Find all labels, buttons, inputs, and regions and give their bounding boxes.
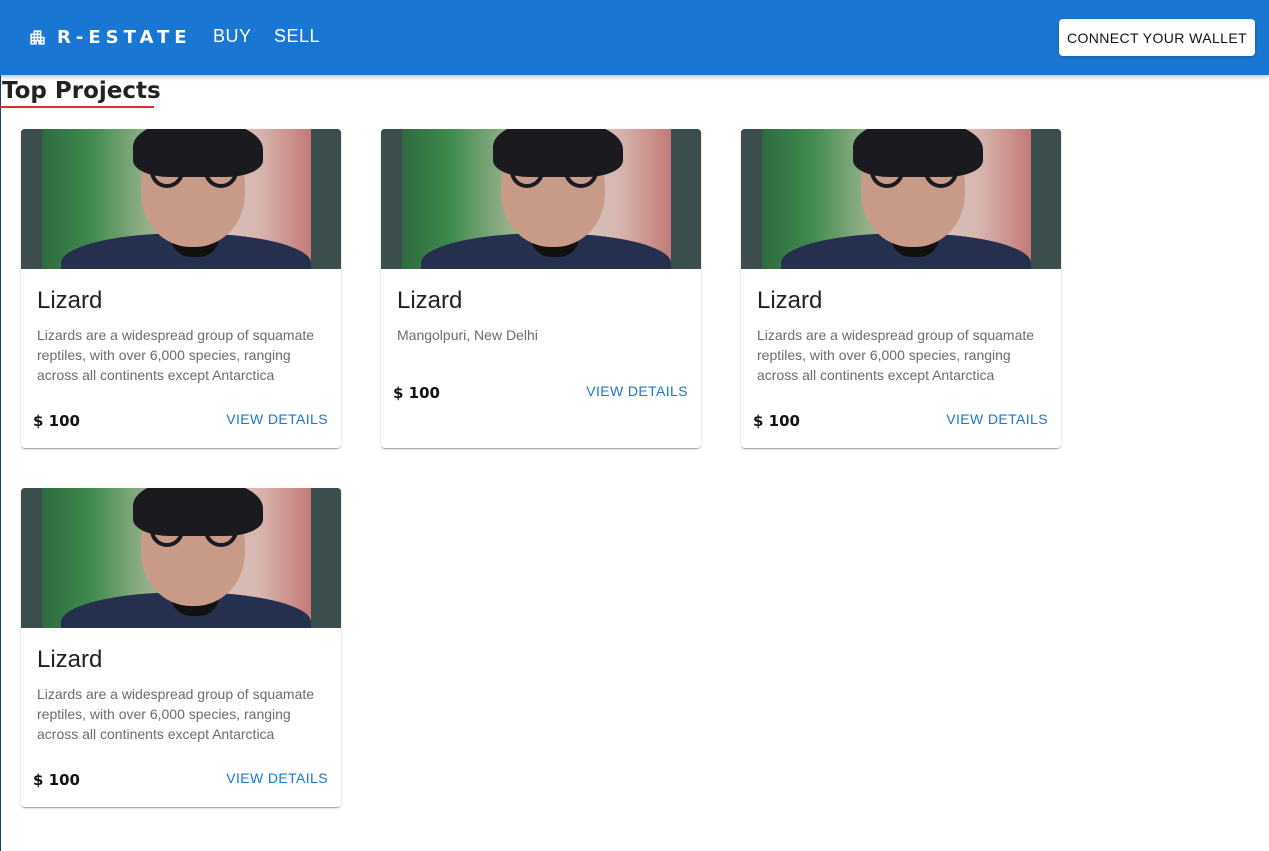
view-details-button[interactable]: VIEW DETAILS bbox=[226, 411, 328, 427]
project-card: Lizard Lizards are a widespread group of… bbox=[21, 129, 341, 448]
card-description: Mangolpuri, New Delhi bbox=[397, 327, 538, 343]
card-actions: $ 100 VIEW DETAILS bbox=[21, 396, 341, 448]
card-actions: $ 100 VIEW DETAILS bbox=[21, 755, 341, 807]
nav-sell-button[interactable]: SELL bbox=[274, 26, 320, 47]
view-details-button[interactable]: VIEW DETAILS bbox=[226, 770, 328, 786]
section-title-underline bbox=[0, 106, 154, 108]
card-price: $ 100 bbox=[393, 384, 440, 402]
project-photo bbox=[741, 129, 1061, 269]
project-photo bbox=[21, 488, 341, 628]
card-price: $ 100 bbox=[33, 412, 80, 430]
card-description: Lizards are a widespread group of squama… bbox=[37, 686, 315, 742]
section-title: Top Projects bbox=[2, 78, 161, 104]
card-description: Lizards are a widespread group of squama… bbox=[757, 327, 1035, 383]
card-price: $ 100 bbox=[33, 771, 80, 789]
project-card: Lizard Lizards are a widespread group of… bbox=[21, 488, 341, 807]
card-price: $ 100 bbox=[753, 412, 800, 430]
project-photo bbox=[21, 129, 341, 269]
project-card: Lizard Lizards are a widespread group of… bbox=[741, 129, 1061, 448]
card-description: Lizards are a widespread group of squama… bbox=[37, 327, 315, 383]
apartment-icon bbox=[30, 29, 45, 45]
brand-name: R-ESTATE bbox=[57, 26, 192, 48]
brand-logo[interactable]: R-ESTATE bbox=[28, 26, 192, 48]
project-photo bbox=[381, 129, 701, 269]
view-details-button[interactable]: VIEW DETAILS bbox=[946, 411, 1048, 427]
card-title: Lizard bbox=[757, 287, 823, 314]
card-title: Lizard bbox=[37, 287, 103, 314]
app-bar: R-ESTATE BUY SELL CONNECT YOUR WALLET bbox=[0, 0, 1269, 75]
page-left-border bbox=[0, 75, 1, 851]
card-title: Lizard bbox=[397, 287, 463, 314]
card-actions: $ 100 VIEW DETAILS bbox=[381, 368, 701, 420]
connect-wallet-button[interactable]: CONNECT YOUR WALLET bbox=[1059, 19, 1255, 56]
nav-buy-button[interactable]: BUY bbox=[213, 26, 252, 47]
project-card: Lizard Mangolpuri, New Delhi $ 100 VIEW … bbox=[381, 129, 701, 448]
view-details-button[interactable]: VIEW DETAILS bbox=[586, 383, 688, 399]
card-title: Lizard bbox=[37, 646, 103, 673]
card-actions: $ 100 VIEW DETAILS bbox=[741, 396, 1061, 448]
